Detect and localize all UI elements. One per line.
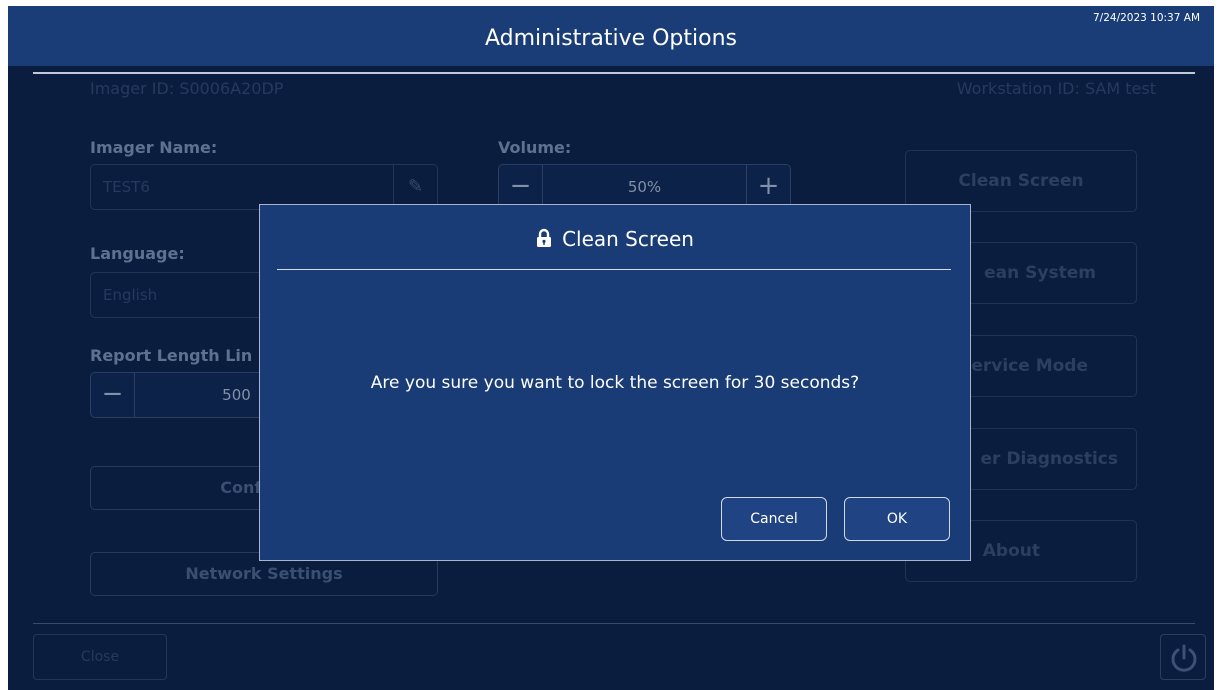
report-length-label: Report Length Lin [90,346,253,365]
volume-label: Volume: [498,138,572,157]
report-length-decrease-button[interactable]: − [91,373,135,417]
imager-name-value: TEST6 [103,178,150,196]
clean-screen-dialog: Clean Screen Are you sure you want to lo… [259,204,971,561]
imager-id: Imager ID: S0006A20DP [90,79,284,98]
timestamp: 7/24/2023 10:37 AM [1092,12,1200,24]
pencil-icon[interactable]: ✎ [393,165,437,209]
imager-name-label: Imager Name: [90,138,218,157]
clean-screen-button[interactable]: Clean Screen [905,150,1137,212]
header-bar: Administrative Options 7/24/2023 10:37 A… [8,6,1214,66]
dialog-title: Clean Screen [260,227,970,251]
language-value: English [103,286,158,304]
volume-increase-button[interactable]: + [746,165,790,209]
ok-button[interactable]: OK [844,497,950,541]
page-title: Administrative Options [484,26,737,51]
header-divider [33,72,1195,74]
power-button[interactable] [1160,634,1206,680]
cancel-button[interactable]: Cancel [721,497,827,541]
dialog-divider [277,269,951,270]
dialog-title-text: Clean Screen [562,227,694,251]
footer-divider [33,623,1195,624]
admin-options-window: Administrative Options 7/24/2023 10:37 A… [8,6,1214,690]
volume-value: 50% [627,178,662,196]
language-label: Language: [90,244,185,263]
workstation-id: Workstation ID: SAM test [956,79,1156,98]
close-button[interactable]: Close [33,634,167,680]
dialog-message: Are you sure you want to lock the screen… [370,373,860,393]
lock-icon [537,228,552,247]
volume-decrease-button[interactable]: − [499,165,543,209]
power-icon [1171,644,1197,672]
